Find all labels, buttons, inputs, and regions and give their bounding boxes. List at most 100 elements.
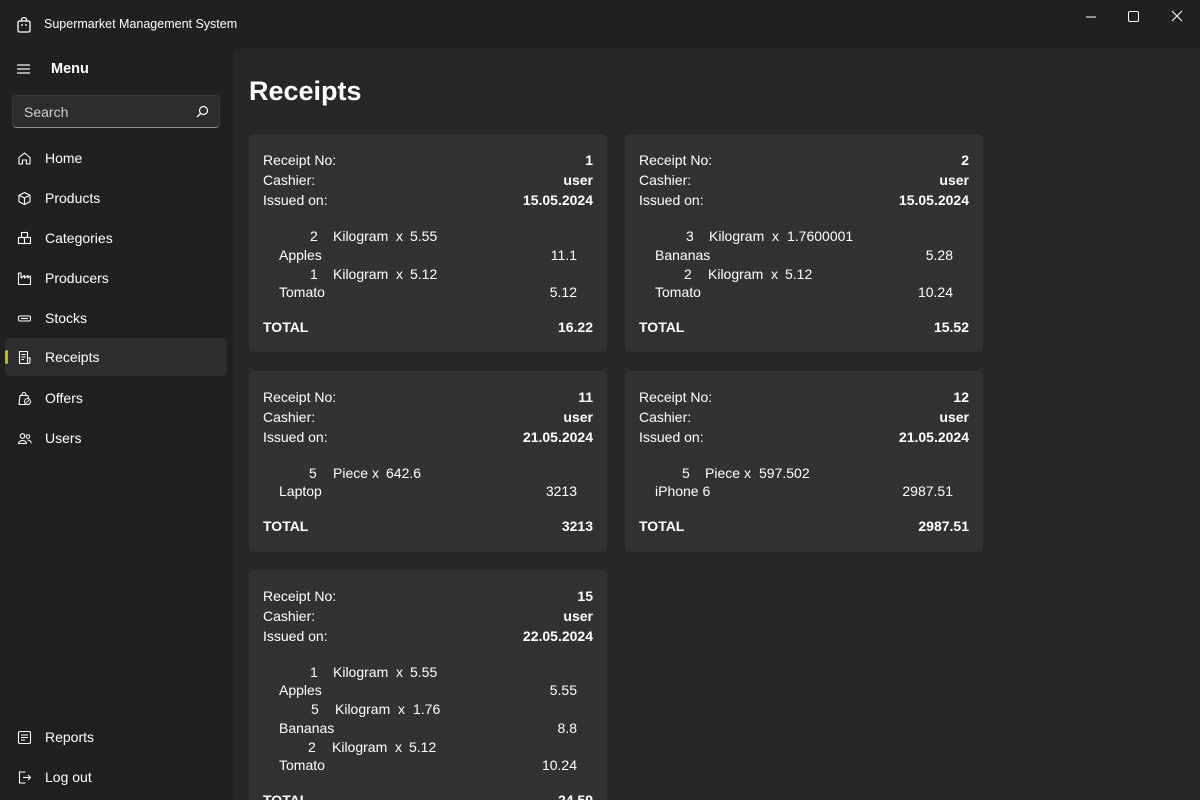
item-unit: Kilogram	[332, 739, 388, 755]
boxes-icon	[17, 231, 32, 246]
item-unit-price: 5.55	[410, 664, 438, 680]
maximize-button[interactable]	[1110, 0, 1156, 32]
search-input[interactable]	[24, 96, 194, 127]
sidebar-item-categories[interactable]: Categories	[5, 219, 227, 257]
item-unit: Kilogram	[708, 266, 764, 282]
sidebar-item-label: Producers	[45, 270, 109, 286]
factory-icon	[17, 271, 32, 286]
item-times: x	[396, 664, 403, 680]
sidebar-item-label: Offers	[45, 390, 83, 406]
item-price: 8.8	[557, 720, 577, 736]
item-unit: Kilogram	[333, 664, 389, 680]
item-unit: Kilogram	[335, 701, 391, 717]
item-unit: Piece	[705, 465, 741, 481]
item-quantity: 2	[684, 266, 692, 282]
item-name: Tomato	[279, 284, 325, 300]
box-icon	[17, 191, 32, 206]
close-button[interactable]	[1154, 0, 1200, 32]
item-quantity: 5	[311, 701, 319, 717]
sidebar-item-users[interactable]: Users	[5, 419, 227, 457]
item-unit: Kilogram	[709, 228, 765, 244]
issued-on-label: Issued on:	[639, 192, 704, 208]
minimize-button[interactable]	[1068, 0, 1114, 32]
item-times: x	[396, 228, 403, 244]
item-unit-price: 5.12	[410, 266, 438, 282]
sidebar-item-offers[interactable]: Offers	[5, 379, 227, 417]
item-name: iPhone 6	[655, 483, 711, 499]
receipt-no-value: 1	[585, 152, 593, 168]
item-quantity: 1	[310, 664, 318, 680]
receipt-card[interactable]: Receipt No: 15 Cashier: user Issued on: 22.…	[249, 570, 607, 800]
total-label: TOTAL	[263, 518, 309, 534]
item-price: 11.1	[550, 247, 577, 263]
item-price: 2987.51	[902, 483, 953, 499]
item-name: Bananas	[279, 720, 335, 736]
item-unit: Kilogram	[333, 266, 389, 282]
receipt-no-label: Receipt No:	[639, 389, 713, 405]
sidebar-item-products[interactable]: Products	[5, 179, 227, 217]
item-unit-price: 642.6	[386, 465, 422, 481]
sidebar-item-producers[interactable]: Producers	[5, 259, 227, 297]
sidebar-item-label: Reports	[45, 729, 95, 745]
cashier-label: Cashier:	[263, 172, 316, 188]
home-icon	[17, 151, 32, 166]
item-unit-price: 5.12	[785, 266, 813, 282]
item-unit-price: 1.7600001	[787, 228, 854, 244]
close-icon	[1171, 10, 1183, 22]
sidebar-item-logout[interactable]: Log out	[5, 758, 227, 796]
receipt-no-label: Receipt No:	[639, 152, 713, 168]
title-bar: Supermarket Management System	[0, 0, 1200, 48]
total-label: TOTAL	[639, 319, 685, 335]
issued-on-value: 15.05.2024	[898, 192, 969, 208]
receipt-icon	[17, 350, 32, 365]
cashier-label: Cashier:	[263, 608, 316, 624]
item-unit-price: 1.76	[413, 701, 441, 717]
sidebar-item-reports[interactable]: Reports	[5, 718, 227, 756]
item-quantity: 1	[310, 266, 318, 282]
issued-on-value: 22.05.2024	[522, 628, 593, 644]
sidebar-item-label: Home	[45, 150, 83, 166]
issued-on-label: Issued on:	[263, 628, 328, 644]
item-price: 10.24	[917, 284, 953, 300]
sidebar-item-receipts[interactable]: Receipts	[5, 338, 227, 376]
item-quantity: 5	[682, 465, 690, 481]
item-times: x	[395, 739, 402, 755]
sidebar-item-label: Log out	[45, 769, 92, 785]
item-name: Bananas	[655, 247, 711, 263]
total-value: 15.52	[933, 319, 969, 335]
item-price: 3213	[545, 483, 577, 499]
sidebar-item-stocks[interactable]: Stocks	[5, 299, 227, 337]
reports-icon	[17, 730, 32, 745]
search-box[interactable]	[12, 95, 220, 128]
item-name: Laptop	[279, 483, 322, 499]
sidebar-item-home[interactable]: Home	[5, 139, 227, 177]
receipt-card[interactable]: Receipt No: 12 Cashier: user Issued on: 21.…	[625, 371, 983, 552]
issued-on-value: 21.05.2024	[898, 429, 969, 445]
shopping-bag-icon	[17, 17, 31, 33]
logout-icon	[17, 770, 32, 785]
hamburger-menu-icon[interactable]	[16, 62, 32, 76]
cashier-value: user	[563, 172, 593, 188]
users-icon	[17, 431, 32, 446]
item-price: 5.28	[925, 247, 953, 263]
issued-on-label: Issued on:	[639, 429, 704, 445]
receipt-card[interactable]: Receipt No: 1 Cashier: user Issued on: 15.0…	[249, 134, 607, 352]
cashier-value: user	[563, 608, 593, 624]
total-label: TOTAL	[263, 319, 309, 335]
item-unit-price: 5.55	[410, 228, 438, 244]
total-label: TOTAL	[639, 518, 685, 534]
search-icon[interactable]	[196, 105, 209, 118]
item-quantity: 2	[310, 228, 318, 244]
cashier-label: Cashier:	[639, 409, 692, 425]
issued-on-value: 15.05.2024	[522, 192, 593, 208]
receipt-card[interactable]: Receipt No: 2 Cashier: user Issued on: 15.0…	[625, 134, 983, 352]
receipt-card[interactable]: Receipt No: 11 Cashier: user Issued on: 21.…	[249, 371, 607, 552]
item-times: x	[744, 465, 751, 481]
item-times: x	[396, 266, 403, 282]
total-value: 3213	[561, 518, 593, 534]
receipt-no-value: 11	[578, 389, 593, 405]
total-value: 16.22	[557, 319, 593, 335]
item-name: Tomato	[279, 757, 325, 773]
item-unit-price: 597.502	[759, 465, 810, 481]
issued-on-value: 21.05.2024	[522, 429, 593, 445]
